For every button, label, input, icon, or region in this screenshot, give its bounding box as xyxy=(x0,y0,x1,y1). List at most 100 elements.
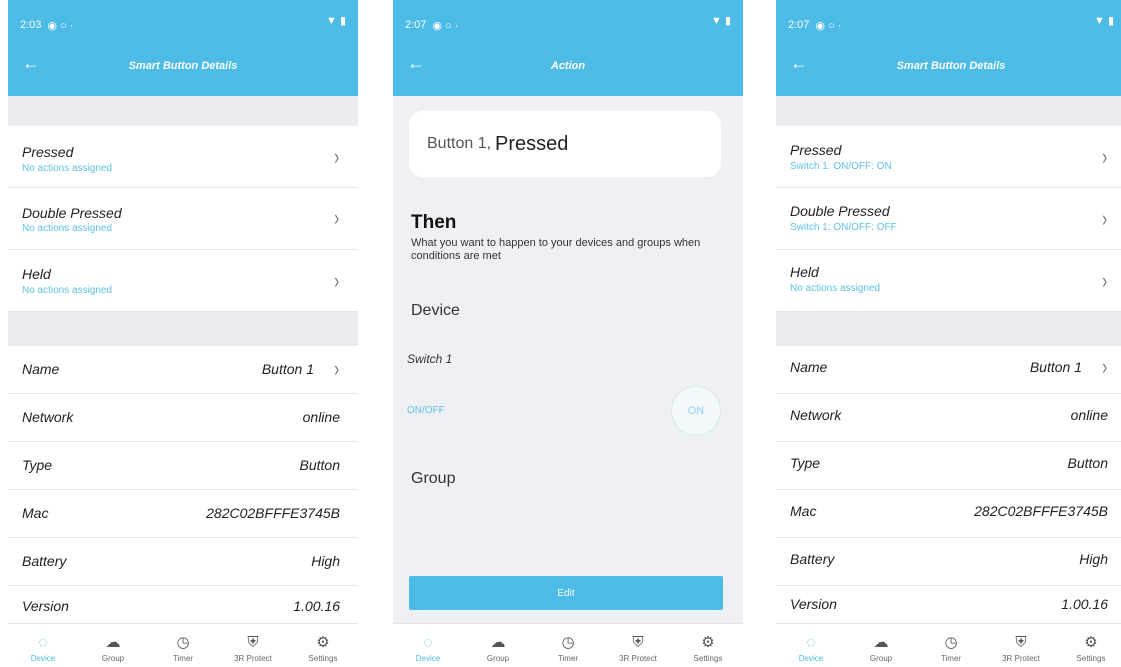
info-row-battery: Battery High xyxy=(8,538,358,586)
tab-settings[interactable]: ⚙ Settings xyxy=(288,624,358,667)
info-label: Version xyxy=(790,596,837,612)
tab-3r-protect[interactable]: ⛨ 3R Protect xyxy=(603,624,673,667)
clock-icon: ◷ xyxy=(561,634,575,651)
wifi-battery-icon: ▼ ▮ xyxy=(711,15,731,27)
info-row-mac: Mac 282C02BFFFE3745B xyxy=(776,490,1121,538)
chevron-right-icon: › xyxy=(333,205,339,230)
device-section-label: Device xyxy=(411,302,460,319)
tab-timer[interactable]: ◷ Timer xyxy=(916,624,986,667)
chevron-right-icon: › xyxy=(333,268,339,293)
action-status: No actions assigned xyxy=(22,223,113,234)
screen-action: 2:07 ◉ ○ · ▼ ▮ ← Action Button 1, Presse… xyxy=(393,0,743,667)
lightbulb-icon: ◌ xyxy=(806,634,816,651)
tab-settings[interactable]: ⚙ Settings xyxy=(1056,624,1121,667)
back-arrow-icon[interactable]: ← xyxy=(22,54,40,72)
action-status: Switch 1: ON/OFF: ON xyxy=(790,161,892,172)
tab-3r-protect[interactable]: ⛨ 3R Protect xyxy=(218,624,288,667)
wifi-battery-icon: ▼ ▮ xyxy=(326,15,346,27)
app-bar: ← Action xyxy=(393,36,743,96)
gear-icon: ⚙ xyxy=(1084,634,1098,651)
tab-device[interactable]: ◌ Device xyxy=(393,624,463,667)
section-divider xyxy=(8,312,358,346)
tab-label: 3R Protect xyxy=(1002,654,1040,663)
shield-icon: ⛨ xyxy=(1015,634,1027,651)
action-row-pressed[interactable]: Pressed No actions assigned › xyxy=(8,126,358,188)
page-title: Action xyxy=(550,60,586,72)
info-value: Button xyxy=(299,457,340,473)
trigger-device: Button 1, xyxy=(427,135,492,152)
shield-icon: ⛨ xyxy=(247,634,259,651)
clock-icon: ◷ xyxy=(176,634,190,651)
action-row-pressed[interactable]: Pressed Switch 1: ON/OFF: ON › xyxy=(776,126,1121,188)
device-name: Switch 1 xyxy=(407,352,453,366)
info-value: Button xyxy=(1067,455,1108,471)
action-status: Switch 1: ON/OFF: OFF xyxy=(790,222,897,233)
chevron-right-icon: › xyxy=(1101,354,1107,379)
info-label: Type xyxy=(790,455,821,471)
tab-timer[interactable]: ◷ Timer xyxy=(148,624,218,667)
bottom-tab-bar: ◌ Device ☁ Group ◷ Timer ⛨ 3R Protect ⚙ Setti… xyxy=(393,623,743,667)
then-heading: Then xyxy=(411,212,457,233)
screen-smart-button-details-empty: 2:03 ◉ ○ · ▼ ▮ ← Smart Button Details Pr… xyxy=(8,0,358,667)
action-label: Double Pressed xyxy=(790,203,890,219)
back-arrow-icon[interactable]: ← xyxy=(407,54,425,72)
info-value: Button 1 xyxy=(1029,359,1082,375)
lightbulb-icon: ◌ xyxy=(38,634,48,651)
tab-label: 3R Protect xyxy=(234,654,272,663)
action-row-double-pressed[interactable]: Double Pressed No actions assigned › xyxy=(8,188,358,250)
section-divider xyxy=(776,312,1121,346)
tab-label: Settings xyxy=(693,654,723,663)
action-label: Double Pressed xyxy=(22,205,122,221)
tab-group[interactable]: ☁ Group xyxy=(78,624,148,667)
shield-icon: ⛨ xyxy=(632,634,644,651)
info-row-name[interactable]: Name Button 1 › xyxy=(776,346,1121,394)
info-row-battery: Battery High xyxy=(776,538,1121,586)
info-value: 282C02BFFFE3745B xyxy=(974,503,1108,519)
tab-group[interactable]: ☁ Group xyxy=(846,624,916,667)
action-label: Pressed xyxy=(22,144,74,160)
info-label: Type xyxy=(22,457,53,473)
status-icons: ◉ ○ · xyxy=(47,19,74,32)
info-value: 1.00.16 xyxy=(293,598,340,614)
action-row-held[interactable]: Held No actions assigned › xyxy=(8,250,358,312)
info-row-type: Type Button xyxy=(776,442,1121,490)
info-label: Network xyxy=(790,407,842,423)
action-row-held[interactable]: Held No actions assigned › xyxy=(776,250,1121,312)
tab-timer[interactable]: ◷ Timer xyxy=(533,624,603,667)
on-state-button[interactable]: ON xyxy=(671,386,721,436)
section-divider xyxy=(8,96,358,126)
tab-label: Timer xyxy=(172,654,194,663)
action-status: No actions assigned xyxy=(790,283,881,294)
bottom-tab-bar: ◌ Device ☁ Group ◷ Timer ⛨ 3R Protect ⚙ Setti… xyxy=(776,623,1121,667)
tab-group[interactable]: ☁ Group xyxy=(463,624,533,667)
action-status: No actions assigned xyxy=(22,285,113,296)
group-section-label: Group xyxy=(411,470,456,487)
info-value: 1.00.16 xyxy=(1061,596,1108,612)
back-arrow-icon[interactable]: ← xyxy=(790,54,808,72)
action-row-double-pressed[interactable]: Double Pressed Switch 1: ON/OFF: OFF › xyxy=(776,188,1121,250)
tab-settings[interactable]: ⚙ Settings xyxy=(673,624,743,667)
chevron-right-icon: › xyxy=(1101,268,1107,293)
edit-button[interactable]: Edit xyxy=(409,576,723,610)
trigger-event: Pressed xyxy=(495,132,569,155)
info-label: Mac xyxy=(790,503,817,519)
info-row-mac: Mac 282C02BFFFE3745B xyxy=(8,490,358,538)
tab-device[interactable]: ◌ Device xyxy=(8,624,78,667)
tab-device[interactable]: ◌ Device xyxy=(776,624,846,667)
cloud-icon: ☁ xyxy=(105,634,121,651)
info-row-name[interactable]: Name Button 1 › xyxy=(8,346,358,394)
cloud-icon: ☁ xyxy=(490,634,506,651)
info-label: Battery xyxy=(22,553,67,569)
then-description: What you want to happen to your devices … xyxy=(411,237,701,262)
page-title: Smart Button Details xyxy=(896,60,1006,72)
tab-label: Timer xyxy=(557,654,579,663)
info-row-version: Version 1.00.16 xyxy=(776,586,1121,624)
tab-label: Device xyxy=(30,654,56,663)
info-row-network: Network online xyxy=(8,394,358,442)
lightbulb-icon: ◌ xyxy=(423,634,433,651)
info-value: 282C02BFFFE3745B xyxy=(206,505,340,521)
info-row-network: Network online xyxy=(776,394,1121,442)
action-status: No actions assigned xyxy=(22,163,113,174)
tab-3r-protect[interactable]: ⛨ 3R Protect xyxy=(986,624,1056,667)
info-row-type: Type Button xyxy=(8,442,358,490)
